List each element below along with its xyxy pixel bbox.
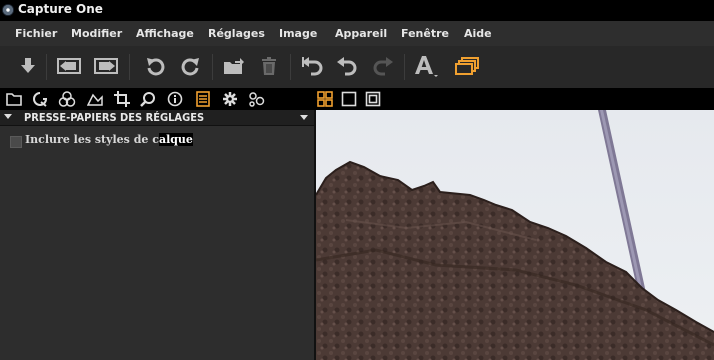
menu-modifier[interactable]: Modifier (71, 27, 122, 40)
menu-fichier[interactable]: Fichier (15, 27, 57, 40)
import-button[interactable] (14, 46, 42, 86)
variants-button[interactable] (452, 46, 482, 86)
menu-aide[interactable]: Aide (464, 27, 492, 40)
browser-grid-button[interactable] (315, 90, 335, 108)
previous-image-button[interactable] (55, 46, 83, 86)
menu-image[interactable]: Image (279, 27, 317, 40)
move-to-folder-icon (224, 58, 244, 74)
trash-icon (262, 57, 276, 75)
details-icon (140, 92, 155, 107)
tab-color[interactable] (57, 90, 77, 108)
redo-icon (373, 57, 393, 76)
tool-panel: PRESSE-PAPIERS DES RÉGLAGES Inclure les … (0, 110, 314, 360)
tab-output[interactable] (221, 90, 239, 108)
menu-fenetre[interactable]: Fenêtre (401, 27, 449, 40)
label-text-selected: alque (158, 133, 193, 146)
metadata-icon (167, 91, 183, 107)
single-view-button[interactable] (340, 90, 358, 108)
panel-header[interactable]: PRESSE-PAPIERS DES RÉGLAGES (0, 110, 314, 126)
text-overlay-icon (415, 56, 438, 77)
next-image-icon (94, 58, 118, 74)
include-layer-styles-label[interactable]: Inclure les styles de calque (25, 133, 193, 146)
rotate-right-button[interactable] (178, 46, 204, 86)
menu-appareil[interactable]: Appareil (335, 27, 387, 40)
app-logo-icon (2, 4, 14, 16)
rotate-left-icon (147, 58, 165, 76)
menu-bar: Fichier Modifier Affichage Réglages Imag… (0, 21, 714, 46)
batch-icon (249, 92, 265, 107)
color-icon (58, 91, 76, 107)
variants-icon (455, 57, 479, 75)
tab-batch[interactable] (247, 90, 267, 108)
undo-all-button[interactable] (298, 46, 326, 86)
photo (316, 110, 714, 360)
menu-reglages[interactable]: Réglages (208, 27, 265, 40)
next-image-button[interactable] (92, 46, 120, 86)
crop-icon (114, 91, 130, 107)
rotate-left-button[interactable] (142, 46, 168, 86)
tab-library[interactable] (5, 90, 23, 108)
tab-crop[interactable] (113, 90, 131, 108)
toolbar (0, 46, 714, 88)
tab-quick[interactable] (31, 90, 49, 108)
undo-all-icon (302, 57, 323, 76)
panel-title: PRESSE-PAPIERS DES RÉGLAGES (24, 111, 205, 124)
redo-button[interactable] (370, 46, 396, 86)
move-to-folder-button[interactable] (220, 46, 248, 86)
panel-menu-icon[interactable] (300, 115, 308, 120)
quick-icon (33, 92, 48, 107)
trash-button[interactable] (256, 46, 282, 86)
tab-details[interactable] (139, 90, 157, 108)
title-bar: Capture One (0, 0, 714, 21)
browser-grid-icon (317, 91, 333, 107)
text-overlay-button[interactable] (412, 46, 442, 86)
exposure-icon (87, 93, 103, 106)
import-icon (21, 58, 35, 73)
library-icon (6, 93, 22, 106)
image-viewer[interactable] (316, 110, 714, 360)
include-layer-styles-checkbox[interactable] (10, 136, 22, 148)
undo-button[interactable] (334, 46, 360, 86)
window-title: Capture One (18, 2, 103, 16)
label-text-part: Inclure les styles de c (25, 133, 159, 146)
output-icon (223, 92, 237, 106)
collapse-arrow-icon[interactable] (4, 114, 12, 119)
fit-view-button[interactable] (364, 90, 382, 108)
previous-image-icon (57, 58, 81, 74)
tab-adjustments[interactable] (194, 90, 212, 108)
tab-exposure[interactable] (86, 90, 104, 108)
single-view-icon (341, 91, 357, 107)
tool-tab-bar (0, 88, 714, 110)
menu-affichage[interactable]: Affichage (136, 27, 194, 40)
adjustments-icon (196, 91, 210, 107)
tab-metadata[interactable] (166, 90, 184, 108)
rotate-right-icon (181, 58, 199, 76)
fit-view-icon (365, 91, 381, 107)
undo-icon (337, 57, 357, 76)
